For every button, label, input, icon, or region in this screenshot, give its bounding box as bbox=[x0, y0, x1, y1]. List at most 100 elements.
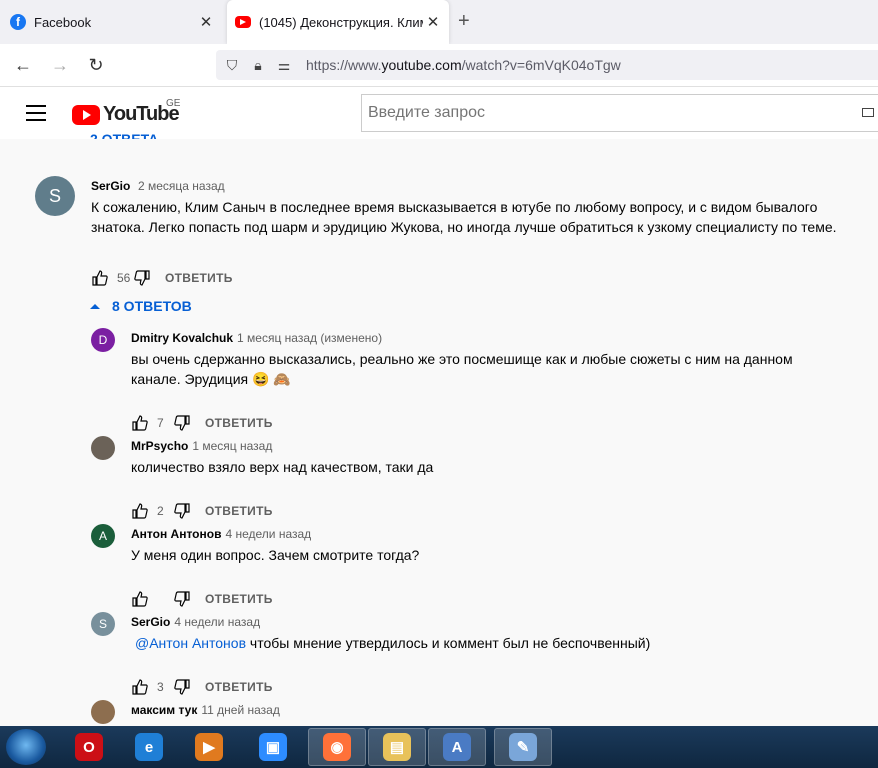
comment-header: SerGio 4 недели назад bbox=[131, 614, 260, 629]
tab-title: Facebook bbox=[34, 14, 92, 30]
taskbar-app[interactable]: e bbox=[120, 728, 178, 766]
like-count: 56 bbox=[117, 271, 131, 285]
replies-toggle-partial[interactable]: 2 ОТВЕТА bbox=[90, 131, 158, 139]
comment-author[interactable]: SerGio bbox=[91, 179, 130, 193]
comment-time[interactable]: 4 недели назад bbox=[225, 527, 311, 541]
tab-facebook[interactable]: f Facebook ✕ bbox=[0, 0, 222, 44]
opera-icon: O bbox=[75, 733, 103, 761]
comment-body: количество взяло верх над качеством, так… bbox=[131, 459, 434, 475]
back-button[interactable]: ← bbox=[10, 52, 36, 78]
like-button[interactable] bbox=[131, 414, 149, 432]
comment-header: максим тук 11 дней назад bbox=[131, 702, 280, 717]
permissions-icon[interactable]: ⚌ bbox=[274, 57, 294, 74]
comment-time[interactable]: 11 дней назад bbox=[201, 703, 279, 717]
comment-actions: 2 ОТВЕТИТЬ bbox=[131, 499, 273, 523]
shield-icon[interactable]: ⛉ bbox=[222, 57, 242, 74]
dislike-button[interactable] bbox=[173, 678, 191, 696]
search-input[interactable] bbox=[362, 95, 860, 131]
taskbar-app[interactable]: ▣ bbox=[244, 728, 302, 766]
like-button[interactable] bbox=[131, 590, 149, 608]
replies-toggle[interactable]: 8 ОТВЕТОВ bbox=[90, 298, 192, 314]
comment-header: SerGio 2 месяца назад bbox=[91, 178, 225, 193]
address-bar[interactable]: ⛉ 🔒︎ ⚌ https://www.youtube.com/watch?v=6… bbox=[216, 50, 878, 80]
taskbar-app[interactable]: ▶ bbox=[180, 728, 238, 766]
youtube-logo[interactable]: YouTube bbox=[72, 103, 180, 126]
comment-time[interactable]: 4 недели назад bbox=[174, 615, 260, 629]
browser-nav-bar: ← → ↻ ⛉ 🔒︎ ⚌ https://www.youtube.com/wat… bbox=[0, 44, 878, 87]
avatar[interactable] bbox=[91, 436, 115, 460]
comment-header: Dmitry Kovalchuk 1 месяц назад (изменено) bbox=[131, 330, 382, 345]
comment-author[interactable]: Dmitry Kovalchuk bbox=[131, 331, 233, 345]
browser-tab-bar: f Facebook ✕ (1045) Деконструкция. Клим … bbox=[0, 0, 878, 44]
new-tab-button[interactable]: + bbox=[458, 10, 470, 33]
like-count: 2 bbox=[157, 504, 164, 518]
comment-text: У меня один вопрос. Зачем смотрите тогда… bbox=[131, 545, 821, 565]
avatar[interactable]: A bbox=[91, 524, 115, 548]
tab-youtube[interactable]: (1045) Деконструкция. Клим Ж ✕ bbox=[227, 0, 449, 44]
youtube-icon bbox=[235, 16, 251, 28]
comment-time[interactable]: 2 месяца назад bbox=[138, 179, 225, 193]
comment-author[interactable]: SerGio bbox=[131, 615, 170, 629]
avatar[interactable]: S bbox=[91, 612, 115, 636]
lock-icon[interactable]: 🔒︎ bbox=[248, 57, 268, 74]
like-count: 7 bbox=[157, 416, 164, 430]
document-app-icon: A bbox=[443, 733, 471, 761]
reload-button[interactable]: ↻ bbox=[83, 52, 109, 78]
dislike-button[interactable] bbox=[133, 269, 151, 287]
like-button[interactable] bbox=[131, 678, 149, 696]
taskbar-app[interactable]: O bbox=[60, 728, 118, 766]
reply-button[interactable]: ОТВЕТИТЬ bbox=[205, 504, 273, 518]
firefox-icon: ◉ bbox=[323, 733, 351, 761]
zoom-icon: ▣ bbox=[259, 733, 287, 761]
comment-body: вы очень сдержанно высказались, реально … bbox=[131, 351, 793, 387]
comment-body: У меня один вопрос. Зачем смотрите тогда… bbox=[131, 547, 420, 563]
taskbar-app[interactable]: ◉ bbox=[308, 728, 366, 766]
mention-link[interactable]: @Антон Антонов bbox=[135, 635, 246, 651]
comment-text: вы очень сдержанно высказались, реально … bbox=[131, 349, 821, 389]
comment-author[interactable]: Антон Антонов bbox=[131, 527, 221, 541]
comment-body: чтобы мнение утвердилось и коммент был н… bbox=[246, 635, 651, 651]
menu-icon[interactable] bbox=[26, 105, 46, 126]
like-button[interactable] bbox=[91, 269, 109, 287]
avatar[interactable]: S bbox=[35, 176, 75, 216]
comment-time[interactable]: 1 месяц назад bbox=[192, 439, 272, 453]
chevron-up-icon bbox=[90, 303, 100, 309]
taskbar-app[interactable]: ✎ bbox=[494, 728, 552, 766]
reply-button[interactable]: ОТВЕТИТЬ bbox=[205, 680, 273, 694]
comment-author[interactable]: максим тук bbox=[131, 703, 197, 717]
reply-button[interactable]: ОТВЕТИТЬ bbox=[165, 271, 233, 285]
dislike-button[interactable] bbox=[173, 414, 191, 432]
comment-author[interactable]: MrPsycho bbox=[131, 439, 188, 453]
avatar[interactable]: D bbox=[91, 328, 115, 352]
close-icon[interactable]: ✕ bbox=[423, 13, 443, 31]
taskbar-app[interactable]: ▤ bbox=[368, 728, 426, 766]
reply-button[interactable]: ОТВЕТИТЬ bbox=[205, 416, 273, 430]
comment-text: @Антон Антонов чтобы мнение утвердилось … bbox=[131, 633, 821, 653]
reply-button[interactable]: ОТВЕТИТЬ bbox=[205, 592, 273, 606]
country-code: GE bbox=[166, 98, 181, 109]
comment-time[interactable]: 1 месяц назад (изменено) bbox=[237, 331, 382, 345]
keyboard-icon[interactable] bbox=[862, 108, 874, 117]
comment-text: количество взяло верх над качеством, так… bbox=[131, 457, 821, 477]
like-count: 3 bbox=[157, 680, 164, 694]
comment-actions: 7 ОТВЕТИТЬ bbox=[131, 411, 273, 435]
dislike-button[interactable] bbox=[173, 590, 191, 608]
comment-actions: 56 ОТВЕТИТЬ bbox=[91, 266, 233, 290]
comment-actions: ОТВЕТИТЬ bbox=[131, 587, 273, 611]
like-button[interactable] bbox=[131, 502, 149, 520]
close-icon[interactable]: ✕ bbox=[196, 13, 216, 31]
url-text[interactable]: https://www.youtube.com/watch?v=6mVqK04o… bbox=[306, 57, 621, 73]
comment-header: Антон Антонов 4 недели назад bbox=[131, 526, 311, 541]
taskbar-app[interactable]: A bbox=[428, 728, 486, 766]
file-explorer-icon: ▤ bbox=[383, 733, 411, 761]
forward-button[interactable]: → bbox=[47, 52, 73, 78]
facebook-icon: f bbox=[10, 14, 26, 30]
internet-explorer-icon: e bbox=[135, 733, 163, 761]
comment-text: К сожалению, Клим Саныч в последнее врем… bbox=[91, 199, 837, 235]
windows-taskbar: Oe ▶ ▣ ◉ ▤ A ✎ bbox=[0, 726, 878, 768]
dislike-button[interactable] bbox=[173, 502, 191, 520]
avatar[interactable] bbox=[91, 700, 115, 724]
start-button[interactable] bbox=[6, 729, 46, 765]
search-box[interactable] bbox=[361, 94, 878, 132]
comment-header: MrPsycho 1 месяц назад bbox=[131, 438, 272, 453]
